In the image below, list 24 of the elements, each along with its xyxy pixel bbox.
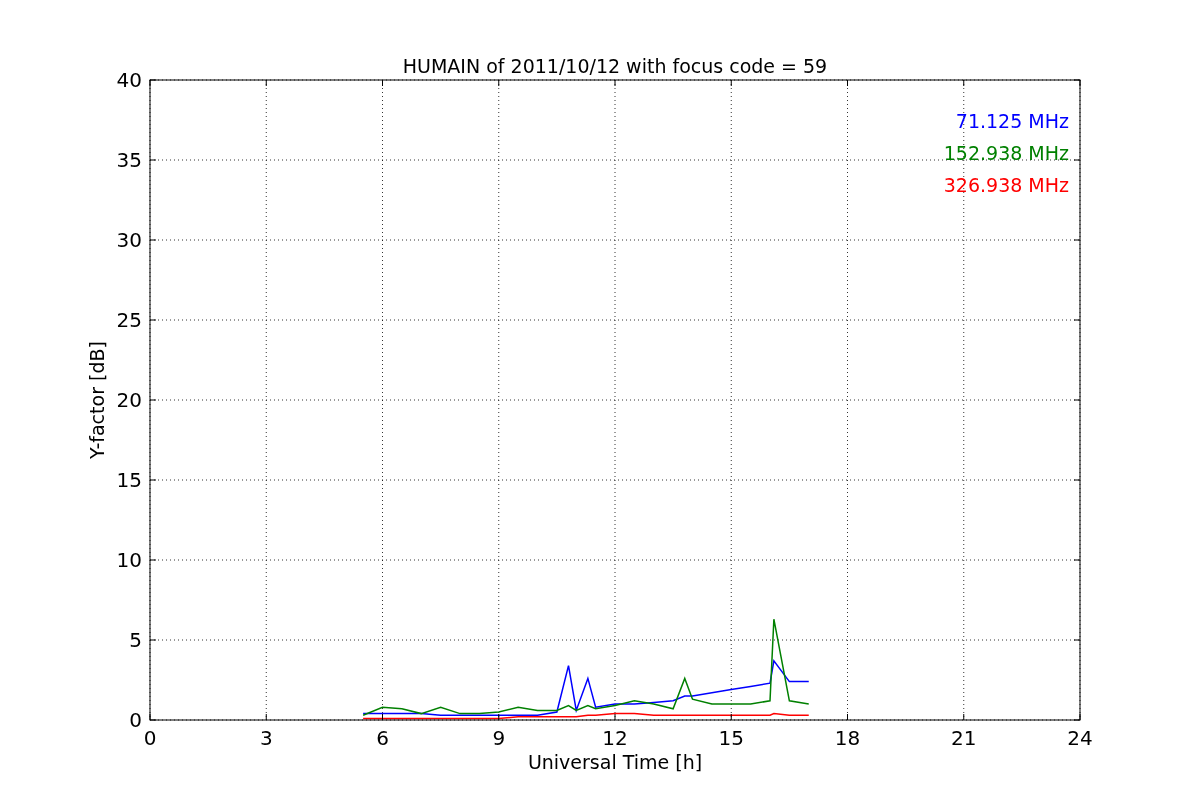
x-tick-label: 0	[143, 726, 157, 750]
y-tick-label: 25	[116, 308, 142, 332]
x-tick-label: 6	[376, 726, 389, 750]
chart-title: HUMAIN of 2011/10/12 with focus code = 59	[402, 55, 828, 77]
x-tick-label: 3	[259, 726, 273, 750]
y-tick-label: 0	[129, 708, 142, 732]
x-axis-label: Universal Time [h]	[527, 751, 703, 773]
x-tick-label: 21	[951, 726, 977, 750]
x-tick-label: 18	[834, 726, 861, 750]
y-tick-label: 20	[116, 388, 142, 412]
y-axis-label: Y-factor [dB]	[86, 341, 108, 459]
x-tick-label: 24	[1067, 726, 1093, 750]
x-tick-label: 15	[718, 726, 744, 750]
x-tick-label: 9	[492, 726, 506, 750]
y-tick-label: 10	[116, 548, 142, 572]
y-tick-label: 40	[116, 68, 142, 92]
y-tick-label: 30	[116, 228, 142, 252]
y-tick-label: 15	[116, 468, 142, 492]
y-tick-label: 5	[129, 628, 142, 652]
legend-label: 71.125 MHz	[955, 110, 1069, 132]
y-tick-label: 35	[116, 148, 142, 172]
x-tick-label: 12	[602, 726, 628, 750]
legend-label: 152.938 MHz	[943, 142, 1069, 164]
legend-label: 326.938 MHz	[943, 174, 1069, 196]
